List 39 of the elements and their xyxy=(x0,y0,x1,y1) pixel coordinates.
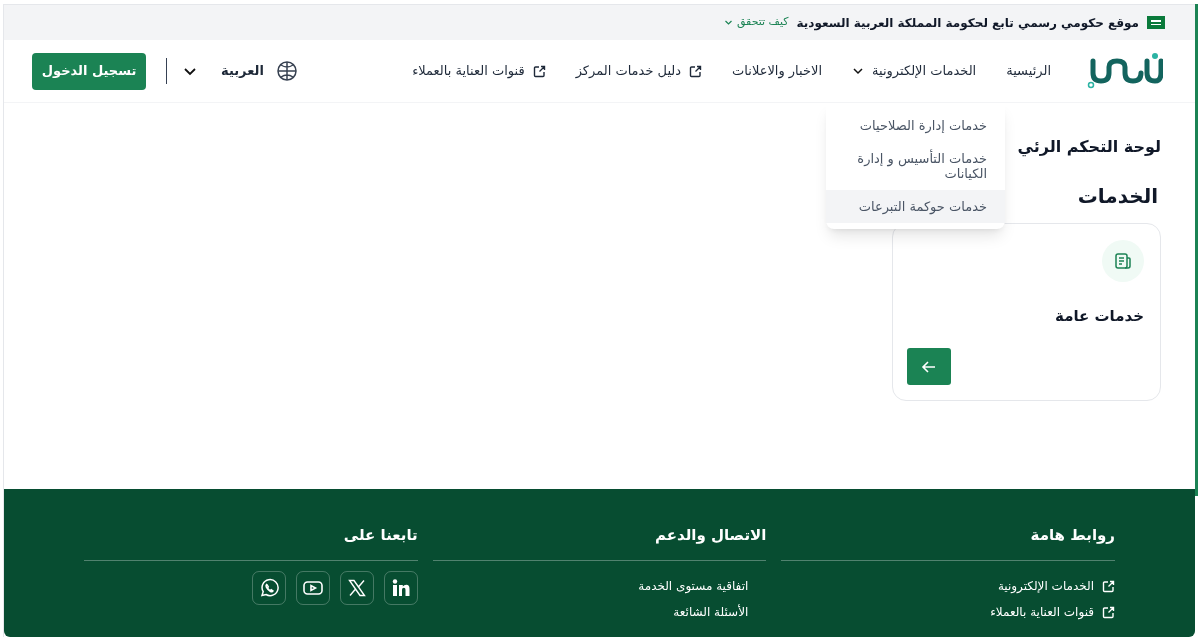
card-title: خدمات عامة xyxy=(1054,306,1144,327)
whatsapp-icon[interactable] xyxy=(251,571,286,605)
nav-link[interactable]: دليل خدمات المركز xyxy=(575,61,703,81)
footer-link[interactable]: الأسئلة الشائعة xyxy=(673,599,767,625)
logo-icon xyxy=(1087,53,1163,89)
footer-heading: تابعنا على xyxy=(343,525,418,546)
footer-link[interactable]: الخدمات الإلكترونية xyxy=(997,573,1115,599)
dropdown-item[interactable]: خدمات إدارة الصلاحيات xyxy=(826,109,1005,142)
external-link-icon xyxy=(689,64,703,78)
arrow-left-icon xyxy=(921,358,937,375)
page-title: لوحة التحكم الرئي xyxy=(1017,136,1161,159)
section-title: الخدمات xyxy=(1077,183,1158,210)
globe-icon[interactable] xyxy=(275,60,298,82)
external-link-icon xyxy=(532,64,546,78)
chevron-down-icon xyxy=(852,65,865,77)
dropdown-item[interactable]: خدمات حوكمة التبرعات xyxy=(826,190,1005,223)
scrollbar[interactable] xyxy=(1195,4,1198,496)
footer-link[interactable]: قنوات العناية بالعملاء xyxy=(990,599,1115,625)
flag-icon xyxy=(1147,16,1165,29)
nav-link[interactable]: الاخبار والاعلانات xyxy=(732,61,823,81)
dropdown-item[interactable]: خدمات التأسيس و إدارة الكيانات xyxy=(826,142,1005,190)
login-button[interactable]: تسجيل الدخول xyxy=(32,52,146,90)
verify-link[interactable]: كيف تتحقق xyxy=(723,14,789,31)
arrow-button[interactable] xyxy=(907,348,951,385)
nav-link[interactable]: قنوات العناية بالعملاء xyxy=(412,61,546,81)
play-icon[interactable] xyxy=(295,571,330,605)
external-link-icon xyxy=(1102,605,1115,619)
nav-dropdown[interactable]: الخدمات الإلكترونية xyxy=(852,61,977,81)
language-label[interactable]: العربية xyxy=(221,61,264,81)
footer-heading: روابط هامة xyxy=(1030,525,1115,546)
nav-link[interactable]: الرئيسية xyxy=(1006,61,1051,81)
linkedin-icon[interactable] xyxy=(383,571,418,605)
official-site-text: موقع حكومي رسمي تابع لحكومة المملكة العربية السعودية xyxy=(796,14,1139,32)
footer-heading: الاتصال والدعم xyxy=(654,525,767,546)
chevron-down-icon xyxy=(723,18,733,27)
footer-link[interactable]: اتفاقية مستوى الخدمة xyxy=(638,573,767,599)
document-icon xyxy=(1102,240,1144,282)
external-link-icon xyxy=(1102,579,1115,593)
x-logo-icon[interactable] xyxy=(339,571,374,605)
